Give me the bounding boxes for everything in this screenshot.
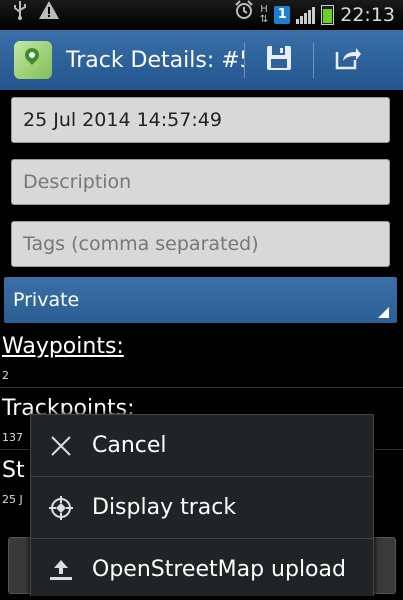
dropdown-arrow-icon (378, 307, 389, 318)
share-icon (334, 45, 362, 75)
tags-field[interactable]: Tags (comma separated) (11, 221, 390, 267)
upload-icon (31, 558, 91, 582)
context-menu: Cancel Display track OpenStreetMap uploa… (30, 414, 374, 596)
save-icon (265, 44, 293, 76)
third-section-value: 25 J (2, 493, 23, 506)
description-field[interactable]: Description (11, 159, 390, 205)
trackpoints-value: 137 (2, 431, 23, 444)
close-icon (31, 435, 91, 457)
date-field[interactable]: 25 Jul 2014 14:57:49 (11, 97, 390, 143)
usb-icon (12, 0, 28, 30)
save-button[interactable] (245, 30, 313, 90)
third-section-label: St (2, 458, 25, 483)
visibility-selected: Private (13, 289, 80, 311)
app-icon[interactable] (14, 41, 52, 79)
sim-badge: 1 (274, 6, 291, 24)
divider (0, 387, 403, 388)
waypoints-label: Waypoints: (2, 334, 124, 359)
share-button[interactable] (314, 30, 382, 90)
clock: 22:13 (340, 4, 395, 26)
menu-item-display-track[interactable]: Display track (31, 477, 373, 538)
menu-item-osm-upload[interactable]: OpenStreetMap upload (31, 539, 373, 600)
target-icon (31, 495, 91, 521)
signal-icon (296, 6, 316, 24)
menu-item-cancel[interactable]: Cancel (31, 415, 373, 476)
alarm-icon (234, 0, 254, 30)
network-type-icon: H ⇅ (259, 4, 269, 25)
page-title: Track Details: #5 (66, 47, 244, 73)
visibility-dropdown[interactable]: Private (4, 277, 397, 323)
warning-icon (38, 0, 60, 30)
status-bar: H ⇅ 1 22:13 (0, 0, 403, 30)
battery-icon (321, 5, 335, 25)
action-bar: Track Details: #5 (0, 30, 403, 90)
waypoints-value: 2 (2, 369, 9, 382)
